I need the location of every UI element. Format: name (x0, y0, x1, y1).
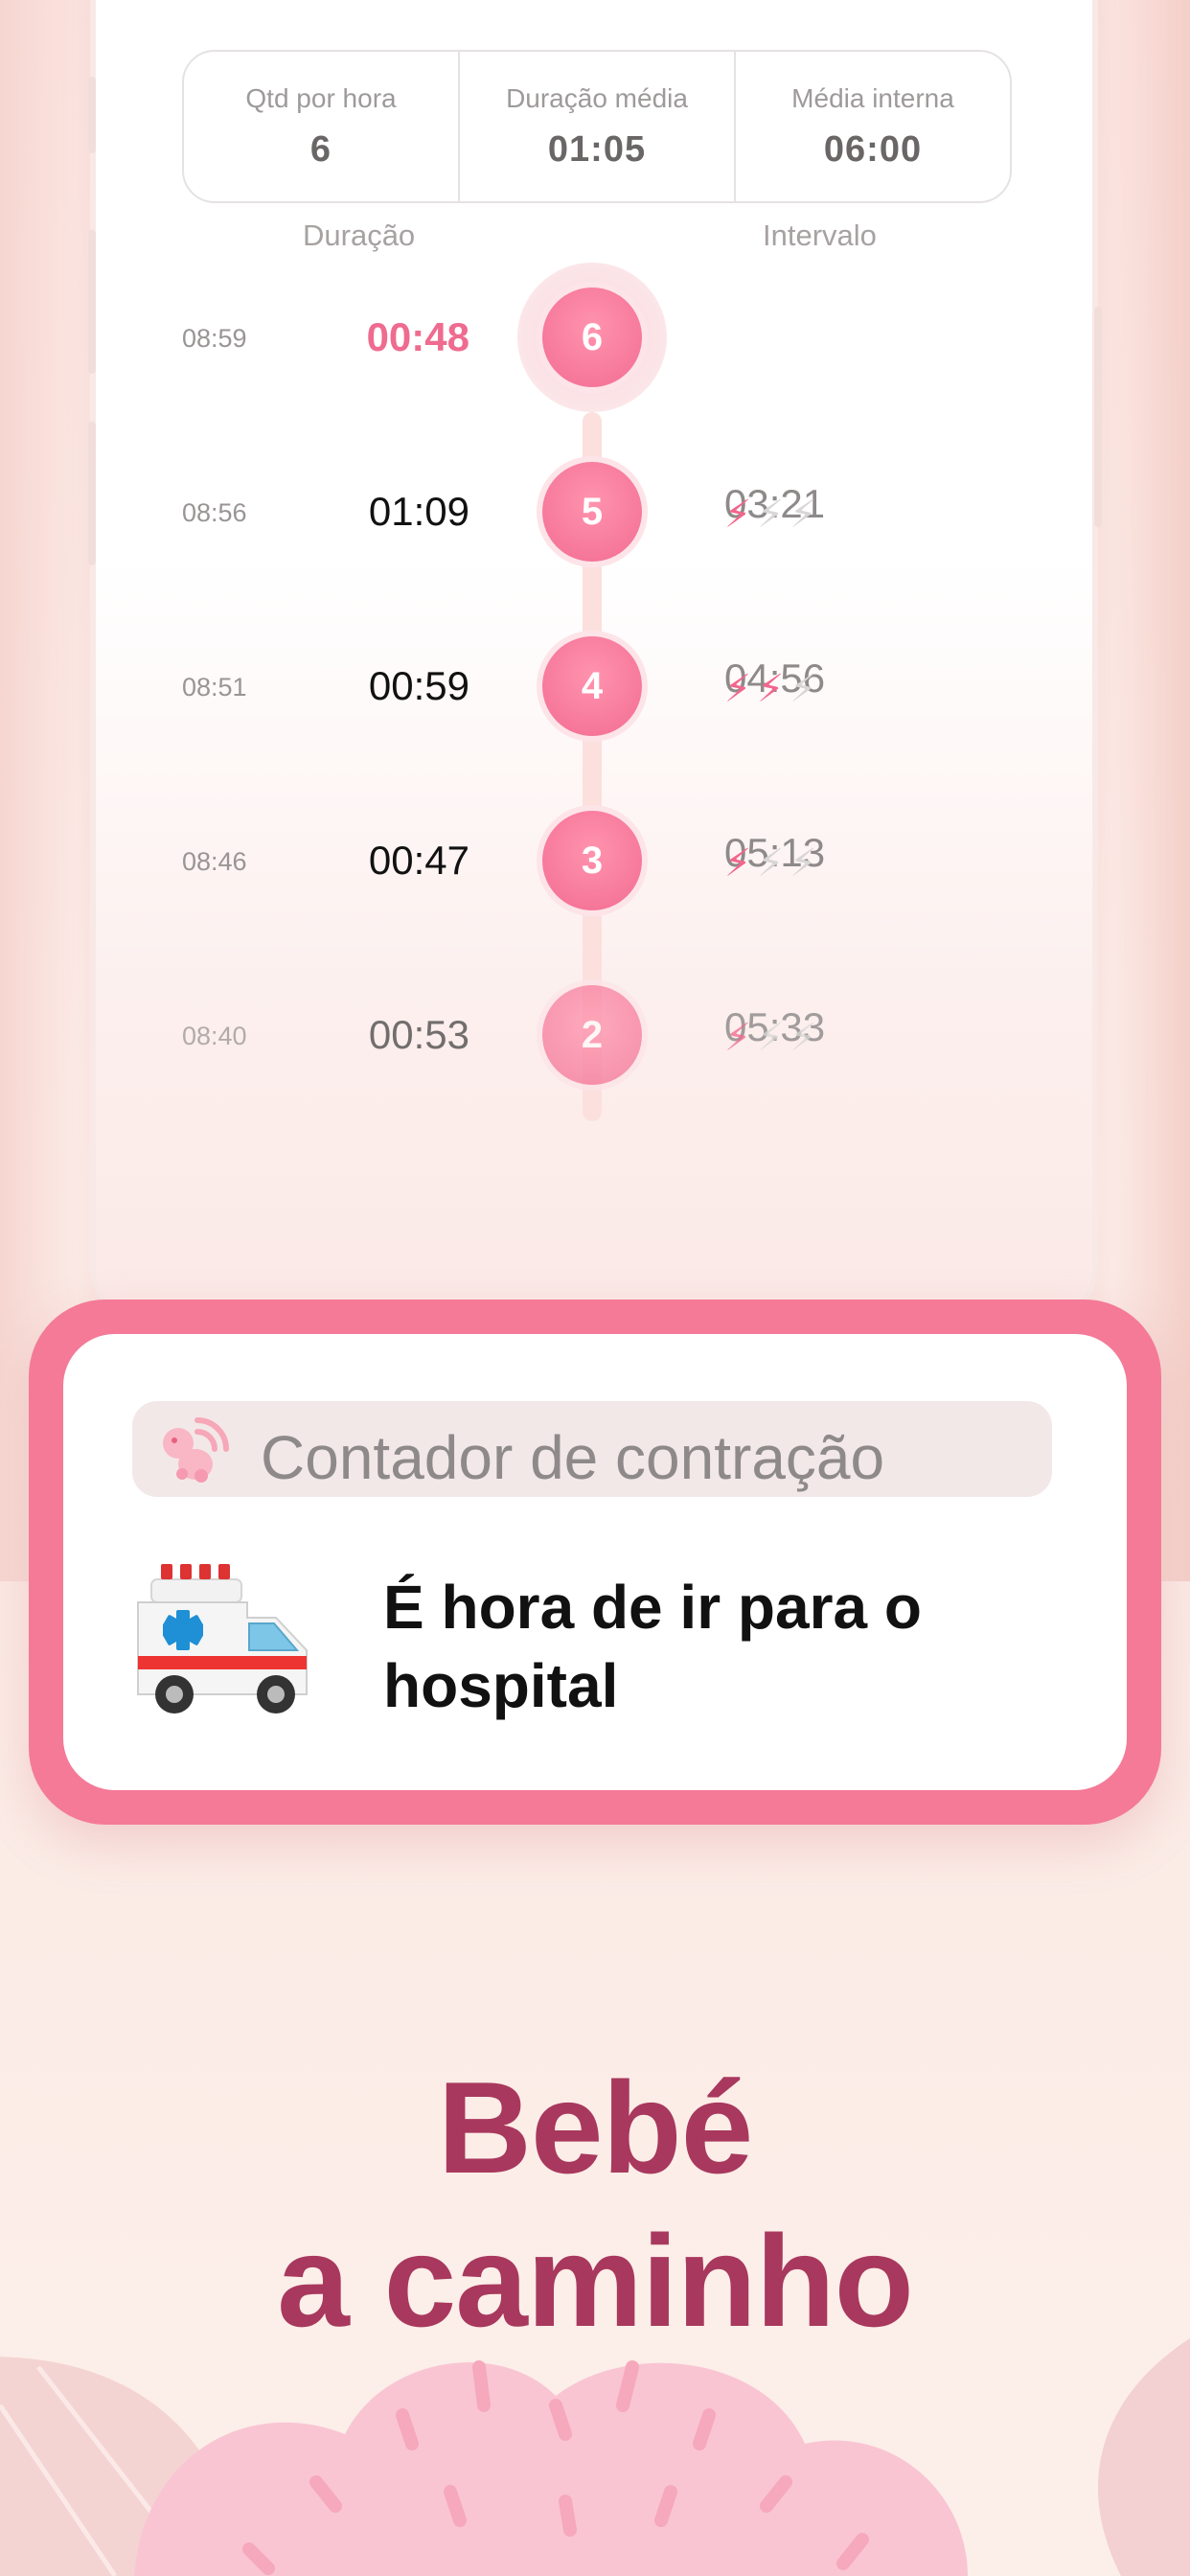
ambulance-icon (137, 1564, 308, 1714)
lightning-icon: ⚡ (790, 1017, 823, 1059)
stat-per-hour: Qtd por hora 6 (184, 52, 460, 201)
notification-app-name: Contador de contração (261, 1423, 885, 1492)
intensity-indicator: ⚡⚡⚡ (724, 1016, 822, 1060)
phone-mockup: Qtd por hora 6 Duração média 01:05 Média… (96, 0, 1092, 1322)
lightning-icon: ⚡ (790, 494, 823, 536)
notification-app-bar: Contador de contração (132, 1401, 1052, 1497)
column-header-interval: Intervalo (763, 218, 877, 252)
stat-value: 06:00 (823, 128, 923, 170)
lightning-icon: ⚡ (757, 668, 790, 710)
stat-value: 6 (309, 128, 332, 170)
baby-app-icon (163, 1417, 229, 1483)
contraction-row[interactable]: 08:40 00:53 2 ⚡⚡⚡ (96, 985, 1092, 1091)
stat-label: Média interna (791, 82, 954, 113)
notification-message: É hora de ir para o hospital (383, 1573, 922, 1720)
intensity-indicator: ⚡⚡⚡ (724, 667, 822, 711)
phone-side-button (88, 230, 96, 374)
contraction-time: 08:59 (182, 324, 247, 353)
intensity-indicator: ⚡⚡⚡ (724, 493, 822, 537)
decorative-leaves (0, 2338, 1190, 2576)
contraction-time: 08:46 (182, 847, 247, 876)
contraction-number-badge: 2 (542, 985, 642, 1085)
contraction-time: 08:56 (182, 498, 247, 527)
stats-panel: Qtd por hora 6 Duração média 01:05 Média… (182, 50, 1012, 203)
lightning-icon: ⚡ (757, 494, 790, 536)
headline-line-1: Bebé (437, 2055, 754, 2200)
phone-side-button (1094, 307, 1102, 527)
stat-label: Duração média (506, 82, 688, 113)
lightning-icon: ⚡ (724, 842, 758, 885)
intensity-indicator: ⚡⚡⚡ (724, 841, 822, 886)
contraction-duration: 00:59 (368, 663, 469, 708)
contraction-row[interactable]: 08:51 00:59 4 ⚡⚡⚡ (96, 636, 1092, 742)
contraction-row[interactable]: 08:56 01:09 5 ⚡⚡⚡ (96, 462, 1092, 567)
stat-average-interval: Média interna 06:00 (736, 52, 1010, 201)
contraction-time: 08:40 (182, 1022, 247, 1050)
lightning-icon: ⚡ (724, 1017, 758, 1059)
lightning-icon: ⚡ (757, 1017, 790, 1059)
lightning-icon: ⚡ (790, 668, 823, 710)
contraction-number-badge: 5 (542, 462, 642, 562)
contraction-row[interactable]: 08:59 00:48 6 (96, 288, 1092, 393)
notification-card[interactable]: Contador de contração É hora de ir para … (29, 1300, 1161, 1825)
contraction-number-badge: 3 (542, 811, 642, 910)
phone-side-button (88, 422, 96, 565)
stat-label: Qtd por hora (245, 82, 397, 113)
contraction-time: 08:51 (182, 673, 247, 702)
contraction-row[interactable]: 08:46 00:47 3 ⚡⚡⚡ (96, 811, 1092, 916)
lightning-icon: ⚡ (790, 842, 823, 885)
phone-side-button (88, 77, 96, 153)
column-header-duration: Duração (303, 218, 416, 252)
promo-headline: Bebé a caminho (0, 2051, 1190, 2358)
stat-value: 01:05 (547, 128, 647, 170)
contraction-duration: 00:53 (368, 1012, 469, 1057)
headline-line-2: a caminho (277, 2208, 914, 2354)
notification-body: Contador de contração É hora de ir para … (63, 1334, 1127, 1790)
stat-average-duration: Duração média 01:05 (460, 52, 736, 201)
lightning-icon: ⚡ (724, 668, 758, 710)
contraction-duration: 00:48 (366, 314, 469, 359)
contraction-number-badge: 6 (542, 288, 642, 387)
contraction-duration: 00:47 (368, 838, 469, 883)
lightning-icon: ⚡ (757, 842, 790, 885)
contraction-number-badge: 4 (542, 636, 642, 736)
contraction-duration: 01:09 (368, 489, 469, 534)
lightning-icon: ⚡ (724, 494, 758, 536)
